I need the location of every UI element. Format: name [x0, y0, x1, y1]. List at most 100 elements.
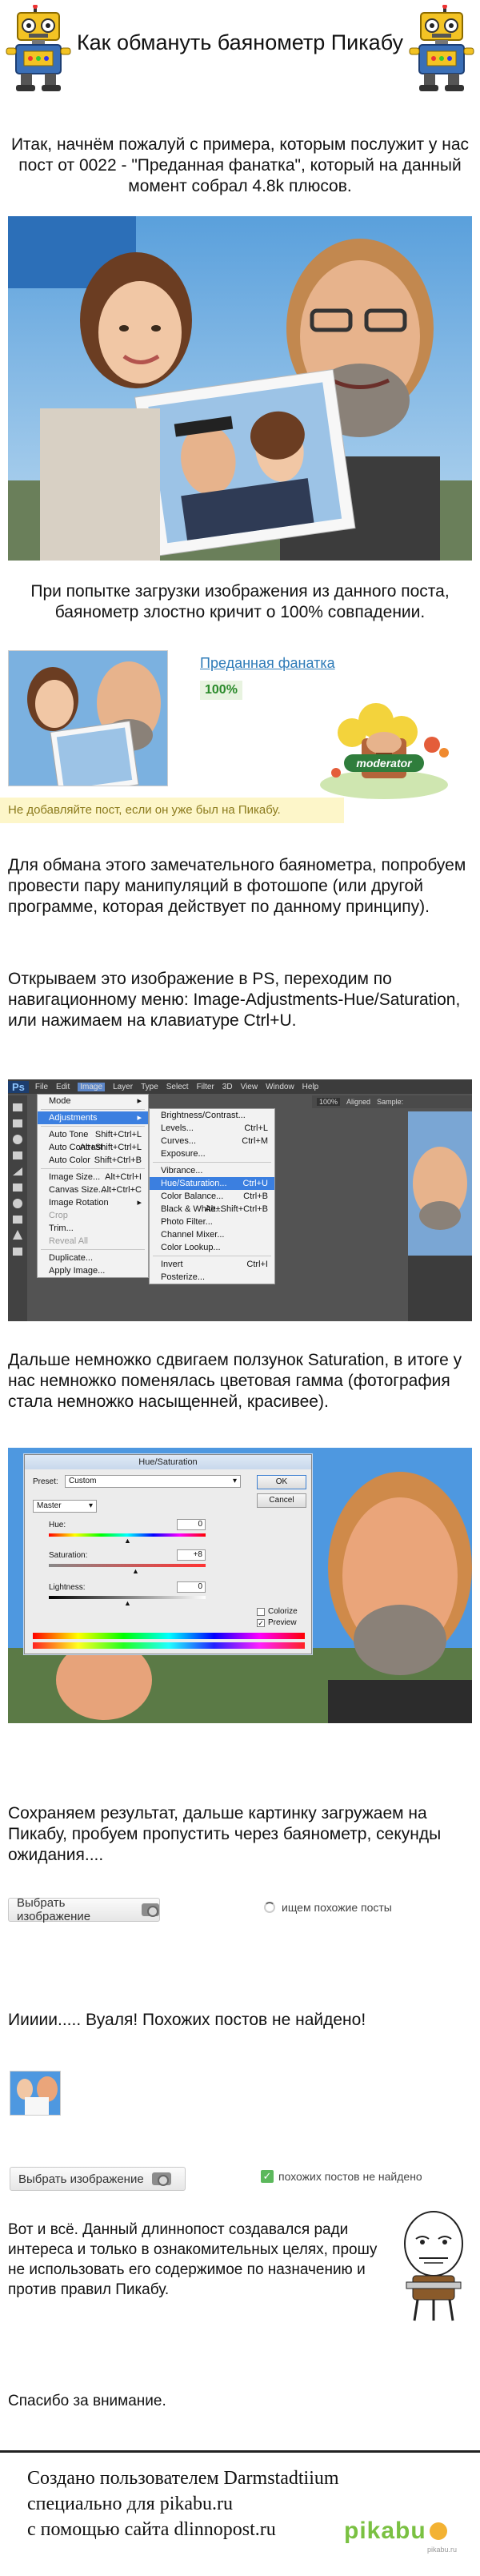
footer-line-1: Создано пользователем Darmstadtiium: [27, 2468, 339, 2489]
fan-selfie-photo: [8, 216, 472, 561]
ps-zoom-field[interactable]: 100%: [317, 1098, 341, 1106]
step6-paragraph: Иииии..... Вуаля! Похожих постов не найд…: [8, 2011, 366, 2029]
choose-image-label-2: Выбрать изображение: [18, 2172, 144, 2186]
ps-image-menu-item-adjustments[interactable]: Adjustments ▸: [38, 1111, 148, 1124]
ps-menu-filter[interactable]: Filter: [197, 1083, 214, 1091]
ok-button[interactable]: OK: [257, 1475, 306, 1489]
ps-adjust-item[interactable]: Channel Mixer...: [150, 1228, 274, 1241]
ps-menu-file[interactable]: File: [35, 1083, 48, 1091]
ps-image-menu-item[interactable]: Image Rotation ▸: [38, 1196, 148, 1209]
hue-slider-thumb-icon[interactable]: ▲: [124, 1537, 131, 1545]
colorize-checkbox[interactable]: Colorize: [257, 1607, 298, 1616]
ps-adjust-item[interactable]: Photo Filter...: [150, 1216, 274, 1228]
hue-saturation-screenshot: Hue/Saturation Preset: Custom ▾ OK Cancel…: [8, 1448, 472, 1723]
hue-value-input[interactable]: 0: [177, 1519, 206, 1530]
ps-adjust-item[interactable]: Color Balance... Ctrl+B: [150, 1190, 274, 1203]
ps-adjust-item[interactable]: Levels... Ctrl+L: [150, 1122, 274, 1135]
ps-menu-type[interactable]: Type: [141, 1083, 158, 1091]
ps-image-menu: Mode ▸ Adjustments ▸ Auto Tone Shift+Ctrl+L…: [37, 1094, 149, 1278]
ps-image-menu-item[interactable]: Trim...: [38, 1222, 148, 1235]
lightness-value-input[interactable]: 0: [177, 1581, 206, 1593]
search-status-text: ищем похожие посты: [282, 1901, 392, 1914]
ps-image-menu-item[interactable]: Auto Color Shift+Ctrl+B: [38, 1154, 148, 1167]
matched-post-link[interactable]: Преданная фанатка: [200, 655, 335, 672]
robot-mascot-right-icon: [403, 4, 475, 93]
ps-logo: Ps: [8, 1080, 29, 1093]
spectrum-bar-bottom: [33, 1642, 305, 1649]
spectrum-bar-top: [33, 1633, 305, 1639]
ps-menu-view[interactable]: View: [241, 1083, 258, 1091]
choose-image-button-2[interactable]: Выбрать изображение: [10, 2167, 186, 2191]
preset-label: Preset:: [33, 1477, 58, 1486]
hue-saturation-dialog: Hue/Saturation Preset: Custom ▾ OK Cancel…: [24, 1454, 312, 1654]
ps-adjust-item[interactable]: Posterize...: [150, 1271, 274, 1284]
ps-adjust-item[interactable]: Black & White... Alt+Shift+Ctrl+B: [150, 1203, 274, 1216]
no-matches-text: похожих постов не найдено: [278, 2170, 422, 2183]
camera-icon: [151, 2172, 171, 2186]
cancel-button[interactable]: Cancel: [257, 1493, 306, 1508]
step3-paragraph: Открываем это изображение в PS, переходи…: [8, 970, 461, 1030]
ps-adjust-item[interactable]: Color Lookup...: [150, 1241, 274, 1254]
ps-image-menu-item[interactable]: Auto Contrast Alt+Shift+Ctrl+L: [38, 1141, 148, 1154]
thanks-text: Спасибо за внимание.: [8, 2393, 166, 2409]
ps-image-menu-item[interactable]: Canvas Size... Alt+Ctrl+C: [38, 1184, 148, 1196]
intro-paragraph: Итак, начнём пожалуй с примера, которым …: [10, 135, 470, 195]
step5-paragraph: Сохраняем результат, дальше картинку заг…: [8, 1804, 442, 1864]
footer-line-3: с помощью сайта dlinnopost.ru: [27, 2519, 276, 2540]
checkmark-icon: ✓: [261, 2170, 274, 2183]
post-header: Как обмануть баянометр Пикабу: [0, 0, 480, 96]
choose-image-button[interactable]: Выбрать изображение: [8, 1896, 160, 1923]
conclusion-paragraph: Вот и всё. Данный длиннопост создавался …: [8, 2221, 378, 2298]
ps-menu-help[interactable]: Help: [302, 1083, 319, 1091]
ps-image-menu-item[interactable]: Mode ▸: [38, 1095, 148, 1107]
ps-image-menu-item[interactable]: Auto Tone Shift+Ctrl+L: [38, 1128, 148, 1141]
pikabu-watermark: pikabu.ru: [427, 2546, 458, 2554]
ps-image-menu-item[interactable]: Image Size... Alt+Ctrl+I: [38, 1171, 148, 1184]
ps-tools-panel: [8, 1095, 27, 1321]
pikabu-mascot-icon: [429, 2522, 447, 2540]
ps-image-menu-item: Crop: [49, 1211, 68, 1220]
saturation-label: Saturation:: [49, 1551, 88, 1560]
channel-select[interactable]: Master ▾: [33, 1500, 97, 1513]
choose-image-label: Выбрать изображение: [17, 1896, 91, 1923]
ps-adjustments-submenu: Brightness/Contrast... Levels... Ctrl+L C…: [149, 1108, 275, 1284]
ps-sample-label: Sample:: [377, 1098, 404, 1106]
hue-label: Hue:: [49, 1521, 66, 1529]
ps-adjust-item[interactable]: Exposure...: [150, 1147, 274, 1160]
dialog-title: Hue/Saturation: [25, 1455, 311, 1469]
ps-adjust-item-hue-saturation[interactable]: Hue/Saturation... Ctrl+U: [150, 1177, 274, 1190]
step4-paragraph: Дальше немножко сдвигаем ползунок Satura…: [8, 1351, 462, 1411]
camera-icon: [141, 1903, 159, 1917]
preset-select[interactable]: Custom ▾: [65, 1475, 241, 1488]
ps-image-menu-item[interactable]: Duplicate...: [38, 1252, 148, 1264]
ps-menu-3d[interactable]: 3D: [222, 1083, 233, 1091]
photoshop-window: Ps File Edit Image Layer Type Select Fil…: [8, 1079, 472, 1321]
saturation-slider-track[interactable]: [49, 1564, 206, 1567]
footer-line-2: специально для pikabu.ru: [27, 2494, 234, 2514]
ps-menu-select[interactable]: Select: [166, 1083, 189, 1091]
lightness-label: Lightness:: [49, 1583, 86, 1592]
ps-adjust-item[interactable]: Curves... Ctrl+M: [150, 1135, 274, 1147]
ps-adjust-item[interactable]: Brightness/Contrast...: [150, 1109, 274, 1122]
ps-aligned-label[interactable]: Aligned: [346, 1098, 370, 1106]
ps-adjust-item[interactable]: Invert Ctrl+I: [150, 1258, 274, 1271]
ps-image-menu-item[interactable]: Apply Image...: [38, 1264, 148, 1277]
ps-adjust-item[interactable]: Vibrance...: [150, 1164, 274, 1177]
ps-menu-window[interactable]: Window: [266, 1083, 294, 1091]
step2-paragraph: Для обмана этого замечательного баяномет…: [8, 856, 466, 916]
ps-menu-image[interactable]: Image: [78, 1082, 106, 1091]
moderator-mascot-icon: moderator: [312, 697, 456, 801]
step1-paragraph: При попытке загрузки изображения из данн…: [30, 582, 450, 621]
ps-menu-edit[interactable]: Edit: [56, 1083, 70, 1091]
preview-checkbox[interactable]: ✓ Preview: [257, 1618, 297, 1627]
warning-bar: Не добавляйте пост, если он уже был на П…: [0, 798, 344, 823]
moderator-text: moderator: [356, 757, 413, 770]
pikabu-logo-text: pikabu: [344, 2518, 426, 2544]
saturation-value-input[interactable]: +8: [177, 1549, 206, 1561]
match-percent-badge: 100%: [200, 681, 242, 700]
saturation-slider-thumb-icon[interactable]: ▲: [132, 1567, 139, 1575]
pikabu-logo[interactable]: pikabu: [344, 2515, 447, 2547]
ps-menu-layer[interactable]: Layer: [113, 1083, 133, 1091]
search-status: ищем похожие посты: [264, 1901, 392, 1914]
lightness-slider-thumb-icon[interactable]: ▲: [124, 1599, 131, 1607]
